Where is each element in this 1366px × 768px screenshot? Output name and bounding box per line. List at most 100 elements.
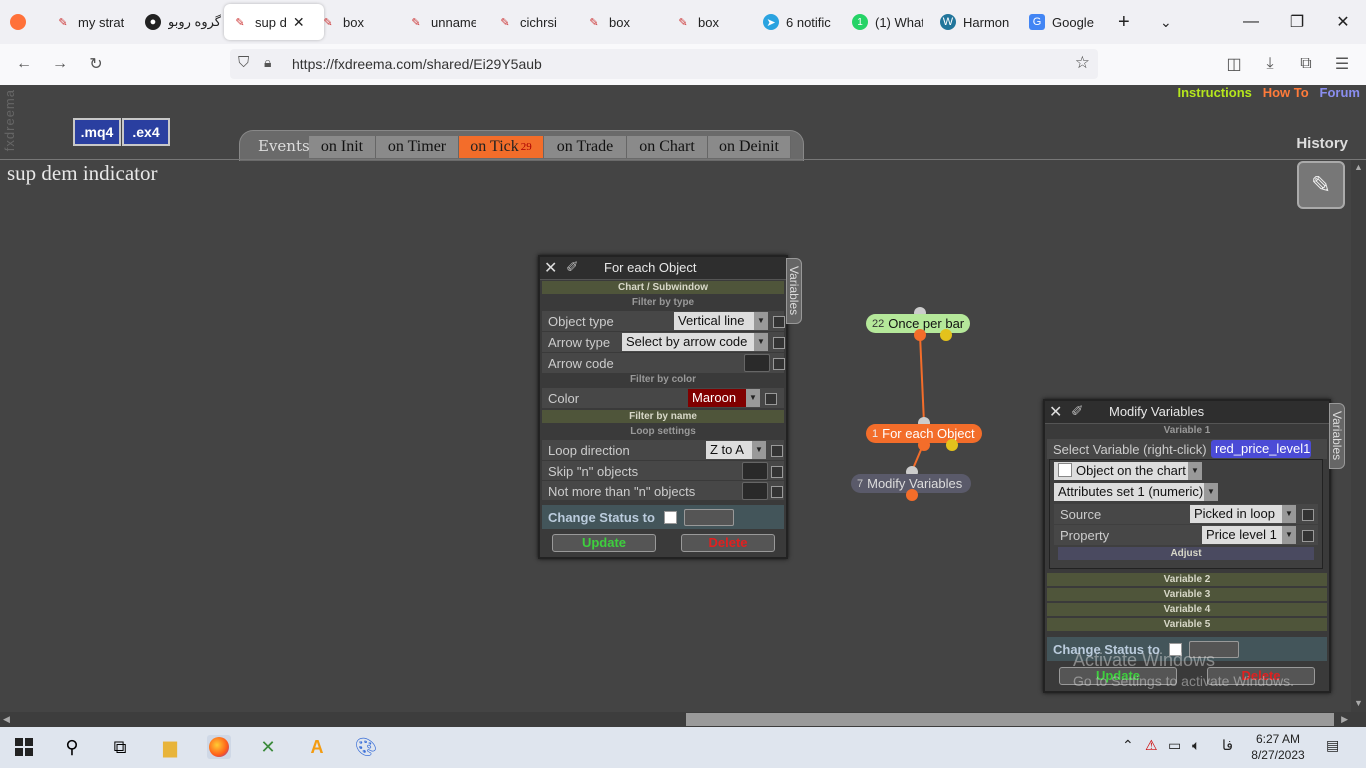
- browser-tab[interactable]: W Harmon: [940, 4, 1009, 40]
- status-field[interactable]: [684, 509, 734, 526]
- loop-direction-select[interactable]: Z to A ▼: [706, 441, 766, 459]
- app-a-icon[interactable]: A: [305, 735, 329, 759]
- source-checkbox[interactable]: [1302, 509, 1314, 521]
- chevron-down-icon[interactable]: ▼: [1188, 462, 1202, 480]
- arrow-type-checkbox[interactable]: [773, 337, 785, 349]
- windows-start-icon[interactable]: [12, 735, 36, 759]
- browser-tab[interactable]: ✎ box: [675, 4, 719, 40]
- color-checkbox[interactable]: [765, 393, 777, 405]
- object-type-checkbox[interactable]: [773, 316, 785, 328]
- close-icon[interactable]: ✕: [1049, 402, 1062, 422]
- vertical-scrollbar[interactable]: ▲ ▼: [1351, 160, 1366, 712]
- connector-dot[interactable]: [946, 439, 958, 451]
- download-icon[interactable]: ⤓: [1258, 52, 1282, 76]
- delete-button[interactable]: Delete: [681, 534, 775, 552]
- pin-icon[interactable]: ✐: [1071, 402, 1084, 420]
- back-arrow-icon[interactable]: ←: [12, 52, 36, 76]
- browser-tab[interactable]: ✎ my strat: [55, 4, 124, 40]
- variable5-header[interactable]: Variable 5: [1047, 618, 1327, 631]
- firefox-menu-icon[interactable]: [10, 4, 33, 40]
- browser-tab[interactable]: ✎ cichrsi: [497, 4, 556, 40]
- chevron-down-icon[interactable]: ▼: [746, 389, 760, 407]
- restore-icon[interactable]: ❐: [1274, 0, 1320, 44]
- connector-dot[interactable]: [918, 439, 930, 451]
- chevron-down-icon[interactable]: ▼: [1204, 483, 1218, 501]
- notifications-icon[interactable]: ▤: [1326, 737, 1339, 754]
- change-status-checkbox[interactable]: [664, 511, 677, 524]
- network-icon[interactable]: ▭: [1168, 737, 1181, 754]
- variables-tab[interactable]: Variables: [786, 258, 802, 324]
- lock-icon[interactable]: 🔒︎: [264, 54, 271, 71]
- minimize-icon[interactable]: —: [1228, 0, 1274, 44]
- new-tab-button[interactable]: +: [1118, 4, 1130, 40]
- arrow-code-input[interactable]: [744, 354, 770, 372]
- property-checkbox[interactable]: [1302, 530, 1314, 542]
- attributes-select[interactable]: Attributes set 1 (numeric) ▼: [1054, 483, 1218, 501]
- trading-app-icon[interactable]: ✕: [256, 735, 280, 759]
- firefox-icon[interactable]: [207, 735, 231, 759]
- task-view-icon[interactable]: ⧉: [108, 735, 132, 759]
- variable3-header[interactable]: Variable 3: [1047, 588, 1327, 601]
- connector-dot[interactable]: [914, 329, 926, 341]
- chevron-down-icon[interactable]: ▼: [754, 333, 768, 351]
- browser-tab[interactable]: ➤ 6 notific: [763, 4, 831, 40]
- volume-icon[interactable]: 🔈︎: [1192, 737, 1200, 754]
- arrow-code-checkbox[interactable]: [773, 358, 785, 370]
- connector-dot[interactable]: [940, 329, 952, 341]
- forward-arrow-icon[interactable]: →: [48, 52, 72, 76]
- scroll-down-arrow-icon[interactable]: ▼: [1354, 698, 1363, 708]
- chevron-down-icon[interactable]: ▼: [754, 312, 768, 330]
- language-indicator[interactable]: فا: [1222, 737, 1233, 754]
- adjust-button[interactable]: Adjust: [1058, 547, 1314, 560]
- skip-checkbox[interactable]: [771, 466, 783, 478]
- browser-tab[interactable]: 1 (1) What: [852, 4, 923, 40]
- variable4-header[interactable]: Variable 4: [1047, 603, 1327, 616]
- object-type-select[interactable]: Vertical line ▼: [674, 312, 768, 330]
- browser-tab[interactable]: ✎ box: [320, 4, 364, 40]
- connector-dot[interactable]: [906, 489, 918, 501]
- chevron-down-icon[interactable]: ▼: [1282, 526, 1296, 544]
- extensions-icon[interactable]: ⧉: [1294, 52, 1318, 76]
- scroll-left-arrow-icon[interactable]: ◀: [3, 714, 10, 725]
- pin-icon[interactable]: ✐: [566, 258, 579, 276]
- color-select[interactable]: Maroon ▼: [688, 389, 760, 407]
- chevron-down-icon[interactable]: ▼: [752, 441, 766, 459]
- pocket-icon[interactable]: ◫: [1222, 52, 1246, 76]
- close-tab-icon[interactable]: ✕: [293, 14, 305, 31]
- scroll-up-arrow-icon[interactable]: ▲: [1354, 162, 1363, 172]
- url-text[interactable]: https://fxdreema.com/shared/Ei29Y5aub: [292, 56, 542, 72]
- browser-tab-active[interactable]: ✎ sup d ✕: [224, 4, 324, 40]
- close-window-icon[interactable]: ✕: [1320, 0, 1366, 44]
- skip-input[interactable]: [742, 462, 768, 480]
- browser-tab[interactable]: G Google: [1029, 4, 1094, 40]
- variable1-header[interactable]: Variable 1: [1047, 424, 1327, 437]
- shield-icon[interactable]: ⛉: [238, 54, 249, 71]
- arrow-type-select[interactable]: Select by arrow code ▼: [622, 333, 768, 351]
- section-chart-subwindow[interactable]: Chart / Subwindow: [542, 281, 784, 294]
- browser-tab[interactable]: ✎ unname: [408, 4, 476, 40]
- security-icon[interactable]: ⚠: [1145, 737, 1158, 754]
- not-more-checkbox[interactable]: [771, 486, 783, 498]
- variable-name-field[interactable]: red_price_level1: [1211, 440, 1311, 458]
- scroll-thumb[interactable]: [686, 713, 1334, 726]
- loop-direction-checkbox[interactable]: [771, 445, 783, 457]
- chevron-up-icon[interactable]: ⌃: [1122, 737, 1134, 754]
- property-select[interactable]: Price level 1 ▼: [1202, 526, 1296, 544]
- tab-list-chevron-icon[interactable]: ⌄: [1160, 4, 1172, 40]
- browser-tab[interactable]: ✎ box: [586, 4, 630, 40]
- paint-icon[interactable]: 🎨︎: [354, 735, 378, 759]
- object-on-chart-select[interactable]: Object on the chart ▼: [1054, 462, 1202, 480]
- not-more-input[interactable]: [742, 482, 768, 500]
- chevron-down-icon[interactable]: ▼: [1282, 505, 1296, 523]
- search-icon[interactable]: ⚲: [60, 735, 84, 759]
- bookmark-star-icon[interactable]: ☆: [1075, 53, 1090, 73]
- browser-tab[interactable]: ● گروه روبو: [145, 4, 221, 40]
- url-bar[interactable]: ⛉ 🔒︎ https://fxdreema.com/shared/Ei29Y5a…: [230, 49, 1098, 79]
- scroll-right-arrow-icon[interactable]: ▶: [1341, 714, 1348, 725]
- file-explorer-icon[interactable]: ▆: [158, 735, 182, 759]
- section-filter-name[interactable]: Filter by name: [542, 410, 784, 423]
- reload-icon[interactable]: ↻: [84, 52, 108, 76]
- close-icon[interactable]: ✕: [544, 258, 557, 278]
- variable2-header[interactable]: Variable 2: [1047, 573, 1327, 586]
- horizontal-scrollbar[interactable]: ◀ ▶: [0, 712, 1366, 727]
